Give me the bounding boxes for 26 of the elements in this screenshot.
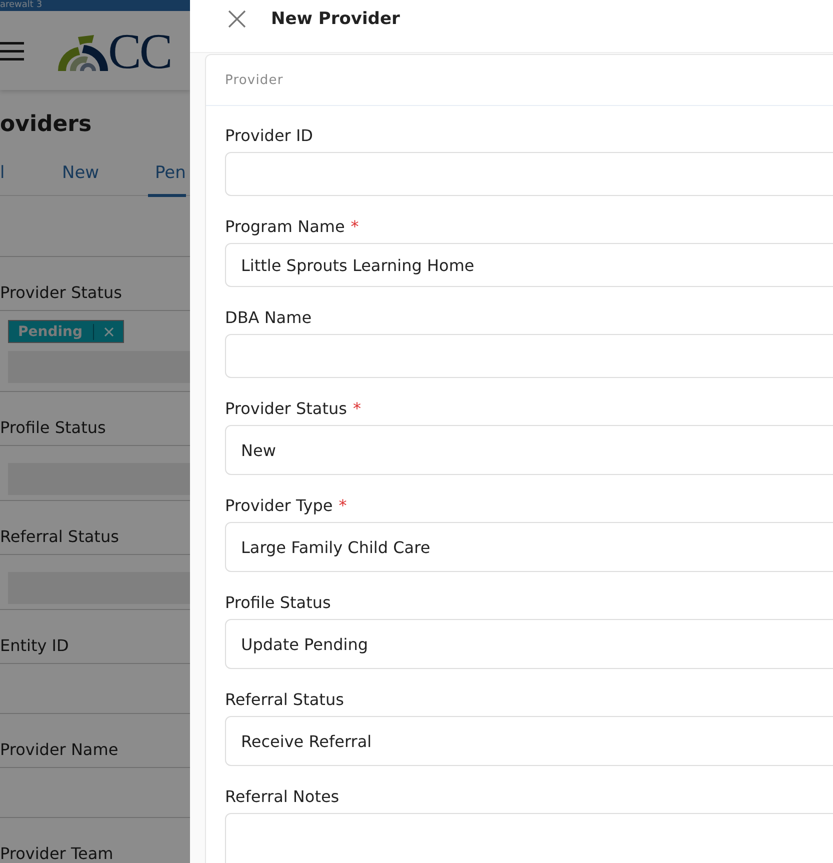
- section-title: Provider: [225, 72, 284, 88]
- field-label: Referral Status: [225, 690, 345, 709]
- app-title: arewalt 3: [0, 0, 44, 11]
- filter-select[interactable]: [8, 572, 190, 604]
- field-label: Provider Type *: [225, 496, 348, 515]
- filter-chip: Pending: [8, 320, 124, 343]
- page-title: oviders: [0, 112, 93, 137]
- logo-text: CC: [108, 22, 171, 80]
- field-label: Referral Notes: [225, 787, 340, 806]
- select-field[interactable]: Receive Referral: [225, 716, 833, 766]
- field-label: DBA Name: [225, 308, 313, 327]
- field-label: Program Name *: [225, 217, 360, 236]
- select-field[interactable]: New: [225, 425, 833, 475]
- drawer-title: New Provider: [271, 9, 400, 29]
- menu-icon[interactable]: [0, 40, 24, 62]
- field-label: Profile Status: [225, 593, 332, 612]
- select-field[interactable]: Update Pending: [225, 619, 833, 669]
- filter-select[interactable]: [8, 463, 190, 495]
- select-field[interactable]: Large Family Child Care: [225, 522, 833, 572]
- filter-select[interactable]: [8, 351, 190, 383]
- close-icon[interactable]: [228, 10, 246, 28]
- text-field[interactable]: Little Sprouts Learning Home: [225, 243, 833, 287]
- text-field[interactable]: [225, 152, 833, 196]
- field-label: Provider ID: [225, 126, 314, 145]
- field-label: Provider Status *: [225, 399, 362, 418]
- text-field[interactable]: [225, 334, 833, 378]
